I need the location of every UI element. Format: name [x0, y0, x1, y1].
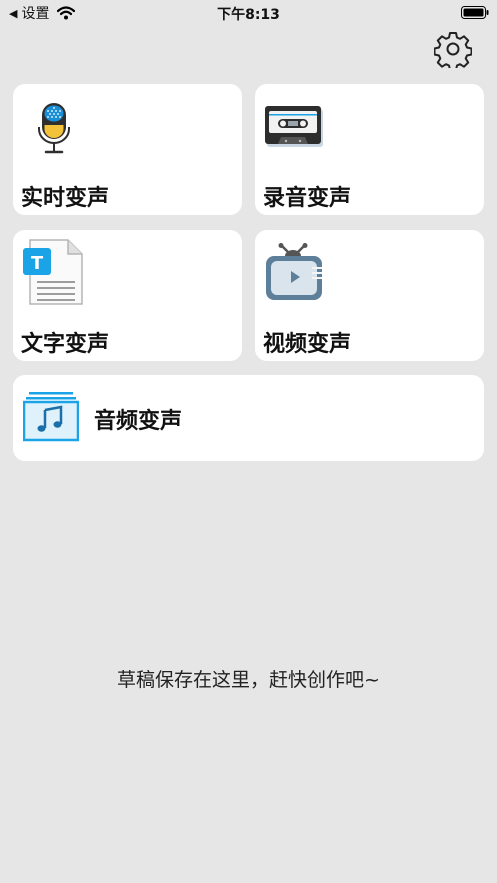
audio-label: 音频变声	[94, 409, 183, 434]
microphone-icon	[38, 103, 70, 154]
status-time: 下午8:13	[217, 7, 280, 23]
text-voice-change-card[interactable]: T 文字变声	[13, 230, 242, 361]
text-label: 文字变声	[21, 332, 110, 357]
realtime-label: 实时变声	[21, 186, 110, 211]
battery-icon	[461, 6, 489, 19]
recording-label: 录音变声	[263, 186, 352, 211]
status-bar: ◀ 设置 下午8:13	[0, 0, 497, 26]
audio-voice-change-card[interactable]: 音频变声	[13, 375, 484, 461]
realtime-voice-change-card[interactable]: 实时变声	[13, 84, 242, 215]
recording-voice-change-card[interactable]: 录音变声	[255, 84, 484, 215]
music-file-icon	[23, 392, 79, 442]
text-document-icon: T	[23, 239, 83, 305]
video-voice-change-card[interactable]: 视频变声	[255, 230, 484, 361]
settings-gear-icon[interactable]	[434, 30, 472, 68]
video-label: 视频变声	[263, 332, 352, 357]
tv-icon	[266, 243, 322, 300]
text-badge: T	[31, 253, 44, 274]
empty-drafts-hint: 草稿保存在这里，赶快创作吧~	[117, 669, 380, 691]
cassette-icon	[265, 106, 323, 147]
